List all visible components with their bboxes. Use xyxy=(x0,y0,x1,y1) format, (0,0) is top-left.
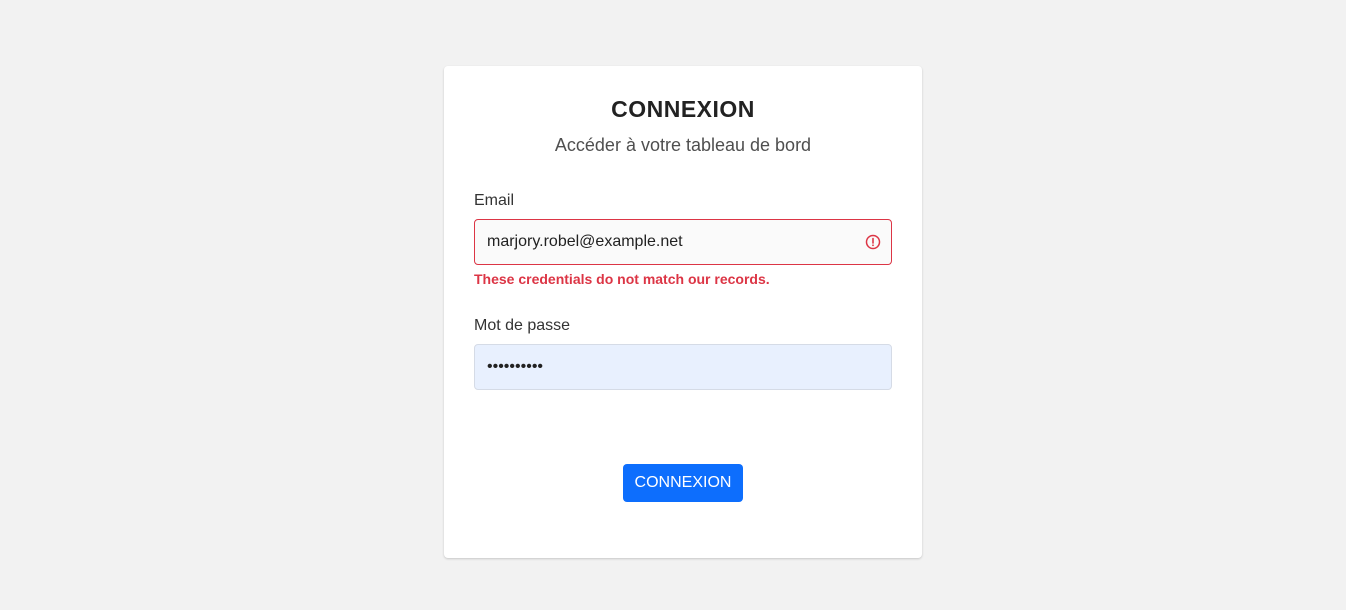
email-label: Email xyxy=(474,192,515,209)
password-label: Mot de passe xyxy=(474,317,571,334)
login-button[interactable]: CONNEXION xyxy=(623,464,743,502)
password-field[interactable] xyxy=(475,345,891,389)
password-field-wrapper xyxy=(474,344,892,390)
alert-circle-icon xyxy=(865,234,881,250)
login-card: CONNEXION Accéder à votre tableau de bor… xyxy=(444,66,922,558)
email-field[interactable] xyxy=(475,220,891,264)
page-subtitle: Accéder à votre tableau de bord xyxy=(554,135,812,155)
page-title: CONNEXION xyxy=(611,96,755,122)
email-error-message: These credentials do not match our recor… xyxy=(474,271,770,287)
email-field-wrapper xyxy=(474,219,892,265)
